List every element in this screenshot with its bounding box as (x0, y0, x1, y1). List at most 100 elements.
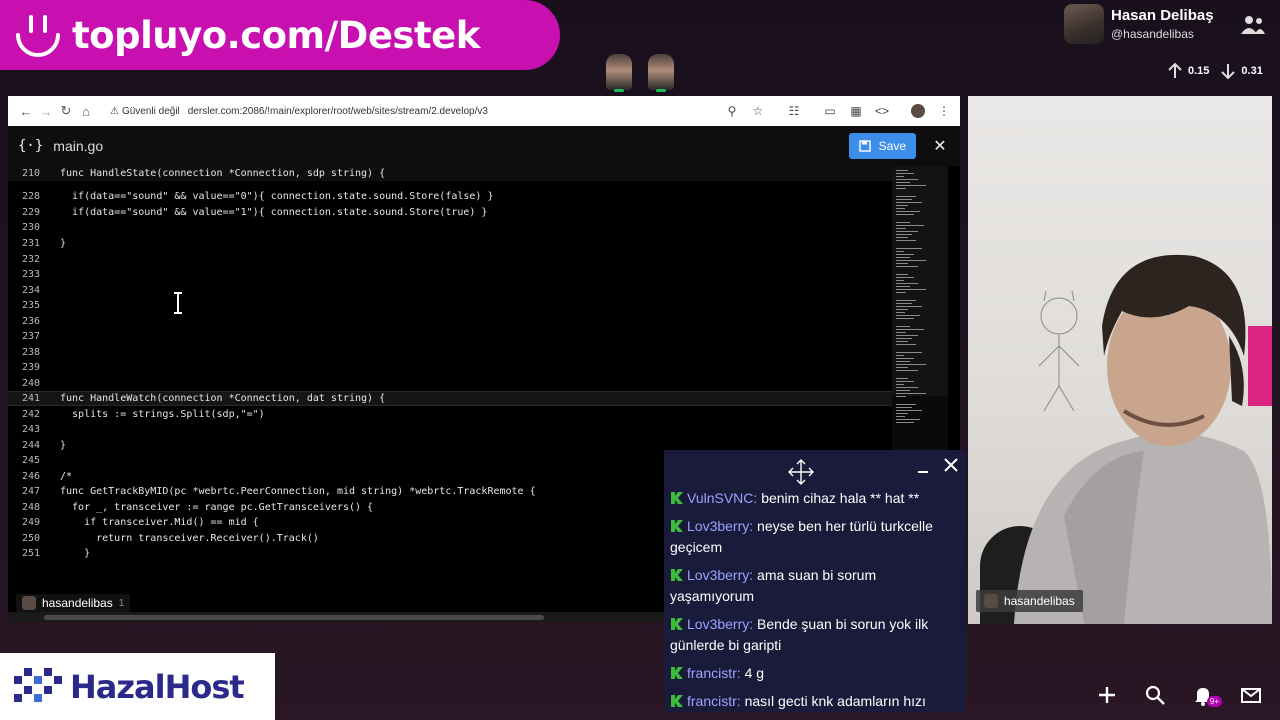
minimap-line (896, 355, 904, 356)
mail-icon[interactable] (1240, 684, 1262, 706)
code-line[interactable]: 232 (8, 252, 892, 267)
viewer-avatar[interactable] (648, 54, 674, 92)
minimap-line (896, 274, 908, 275)
line-number: 247 (21, 486, 40, 497)
line-text: if transceiver.Mid() == mid { (60, 517, 259, 528)
minimap-line (896, 263, 908, 264)
file-name: main.go (53, 138, 104, 154)
home-icon[interactable]: ⌂ (76, 101, 96, 121)
chat-username[interactable]: Lov3berry (687, 567, 749, 583)
presence-username: hasandelibas (42, 596, 113, 610)
close-editor-icon[interactable]: ✕ (930, 136, 950, 156)
minimap-line (896, 378, 908, 379)
zoom-icon[interactable]: ⚲ (724, 103, 740, 119)
editor-header: {·} main.go Save ✕ (8, 126, 960, 166)
chat-username[interactable]: francistr (687, 665, 737, 681)
line-number: 240 (21, 378, 40, 389)
minimap-line (896, 309, 908, 310)
save-label: Save (878, 139, 906, 153)
line-number: 234 (21, 285, 40, 296)
chat-username[interactable]: Lov3berry (687, 616, 749, 632)
code-line[interactable]: 230 (8, 220, 892, 235)
minimap-line (896, 338, 912, 339)
code-line[interactable]: 243 (8, 422, 892, 437)
code-line[interactable]: 228 if(data=="sound" && value=="0"){ con… (8, 189, 892, 204)
code-line[interactable]: 239 (8, 360, 892, 375)
code-line[interactable]: 241 func HandleWatch(connection *Connecti… (8, 391, 892, 406)
code-line[interactable]: 231} (8, 236, 892, 251)
chat-username[interactable]: francistr (687, 693, 737, 709)
reload-icon[interactable]: ↻ (56, 101, 76, 121)
back-icon[interactable]: ← (16, 101, 36, 121)
scrollbar-thumb[interactable] (44, 615, 544, 620)
minimap-line (896, 393, 926, 394)
upload-rate: 0.15 (1188, 65, 1210, 77)
banner-text: topluyo.com/Destek (72, 13, 480, 57)
kick-badge-icon (671, 667, 683, 679)
chat-separator: : (736, 693, 745, 709)
minimap-line (896, 266, 918, 267)
code-line[interactable]: 240 (8, 376, 892, 391)
streamer-profile[interactable]: Hasan Delibaş @hasandelibas (1064, 4, 1214, 44)
line-text: splits := strings.Split(sdp,"=") (60, 409, 265, 420)
line-text: func HandleWatch(connection *Connection,… (60, 393, 386, 404)
code-line[interactable]: 236 (8, 314, 892, 329)
plus-icon[interactable] (1096, 684, 1118, 706)
minimize-icon[interactable] (916, 460, 930, 474)
extensions-icon[interactable]: ☷ (786, 103, 802, 119)
code-line[interactable]: 242 splits := strings.Split(sdp,"=") (8, 407, 892, 422)
chat-separator: : (749, 616, 758, 632)
cast-icon[interactable]: ▭ (822, 103, 838, 119)
close-icon[interactable] (942, 456, 960, 474)
security-indicator[interactable]: ⚠ Güvenli değil (110, 106, 180, 117)
chat-text: nasıl gecti knk adamların hızı (744, 693, 926, 709)
line-number: 246 (21, 471, 40, 482)
people-icon[interactable] (1240, 14, 1266, 36)
star-icon[interactable]: ☆ (750, 103, 766, 119)
devtools-icon[interactable]: <> (874, 103, 890, 119)
code-line[interactable]: 238 (8, 345, 892, 360)
line-number: 243 (21, 424, 40, 435)
network-stats: 0.15 0.31 (1166, 62, 1263, 80)
chat-username[interactable]: VulnSVNC (687, 490, 753, 506)
save-button[interactable]: Save (848, 133, 916, 159)
apps-icon[interactable]: ▦ (848, 103, 864, 119)
minimap-line (896, 237, 908, 238)
chat-username[interactable]: Lov3berry (687, 518, 749, 534)
chat-header[interactable] (664, 450, 966, 485)
line-text: if(data=="sound" && value=="0"){ connect… (60, 191, 494, 202)
code-line[interactable]: 233 (8, 267, 892, 282)
address-bar[interactable]: ⚠ Güvenli değil dersler.com:2086/!main/e… (104, 100, 494, 122)
code-line[interactable]: 237 (8, 329, 892, 344)
more-menu-icon[interactable]: ⋮ (936, 103, 952, 119)
minimap-line (896, 173, 914, 174)
minimap-line (896, 254, 914, 255)
minimap-line (896, 228, 906, 229)
minimap-line (896, 292, 906, 293)
minimap-line (896, 170, 908, 171)
profile-avatar[interactable] (910, 103, 926, 119)
sticky-scroll-line[interactable]: 210 func HandleState(connection *Connect… (8, 166, 892, 181)
minimap-line (896, 306, 922, 307)
forward-icon[interactable]: → (36, 101, 56, 121)
line-number: 228 (21, 191, 40, 202)
line-number: 251 (21, 548, 40, 559)
notifications-button[interactable]: 9+ (1192, 684, 1222, 707)
search-icon[interactable] (1144, 684, 1166, 706)
minimap-line (896, 318, 914, 319)
code-line[interactable]: 235 (8, 298, 892, 313)
code-line[interactable]: 229 if(data=="sound" && value=="1"){ con… (8, 205, 892, 220)
viewer-avatar[interactable] (606, 54, 632, 92)
avatar (1064, 4, 1104, 44)
minimap-line (896, 205, 908, 206)
line-number: 232 (21, 254, 40, 265)
line-number: 236 (21, 316, 40, 327)
kick-badge-icon (671, 618, 683, 630)
minimap-line (896, 176, 904, 177)
url-text[interactable]: dersler.com:2086/!main/explorer/root/web… (188, 106, 488, 117)
line-number: 249 (21, 517, 40, 528)
editor-presence[interactable]: hasandelibas 1 (16, 594, 131, 612)
code-line[interactable]: 234 (8, 283, 892, 298)
minimap-line (896, 300, 916, 301)
move-icon[interactable] (788, 459, 814, 485)
